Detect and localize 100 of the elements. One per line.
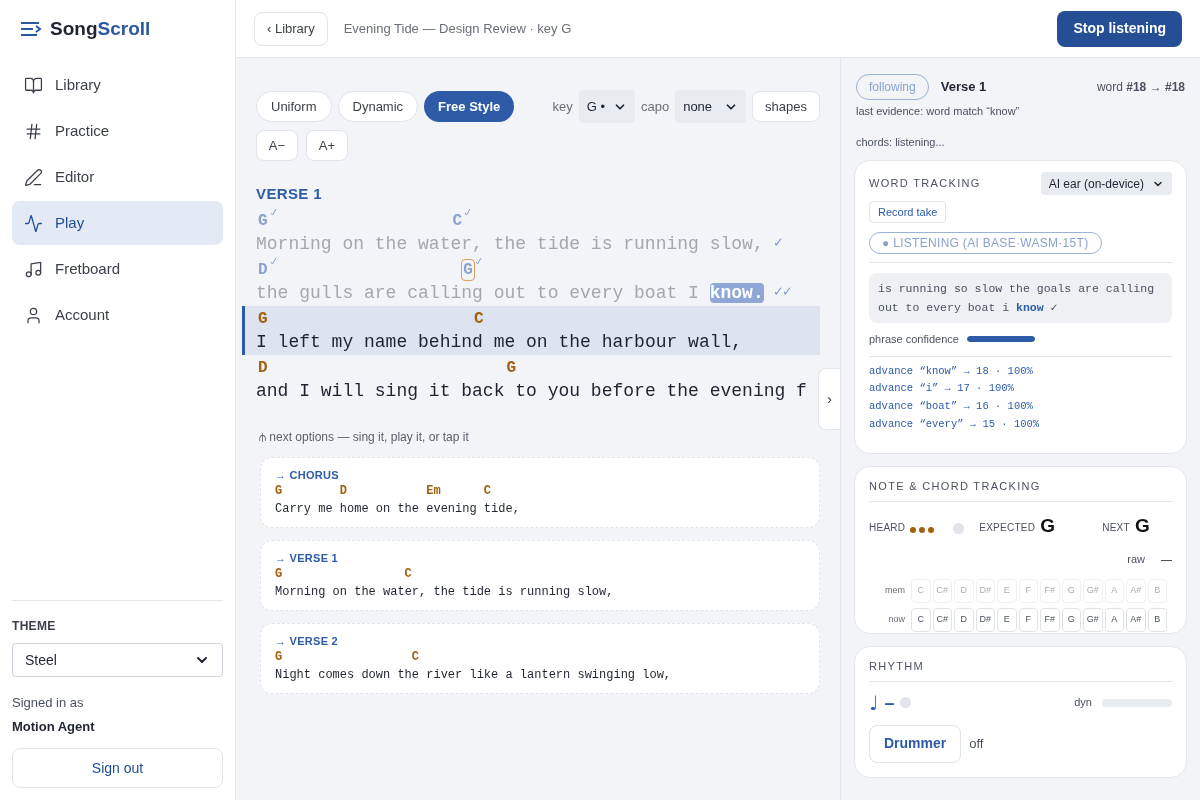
heard-mark: ✓✓ xyxy=(773,282,792,303)
chord-symbol: G xyxy=(275,567,283,581)
stop-listening-button[interactable]: Stop listening xyxy=(1057,10,1182,47)
shapes-button[interactable]: shapes xyxy=(752,91,820,122)
chord-symbol: C xyxy=(483,484,491,498)
option-label: → CHORUS xyxy=(275,467,340,483)
nav-item[interactable]: Fretboard xyxy=(12,247,223,291)
next-chord: G xyxy=(1134,515,1150,535)
pitch-cell: G xyxy=(1061,608,1081,632)
log-entry: advance “know” → 18 · 100% xyxy=(869,363,1034,379)
pitch-cell: C xyxy=(911,608,931,632)
pitch-cell: F# xyxy=(1040,579,1060,603)
drummer-button[interactable]: Drummer xyxy=(869,724,962,763)
nav-item[interactable]: Library xyxy=(12,63,223,107)
dyn-label: dyn xyxy=(1074,695,1092,711)
collapse-handle[interactable]: › xyxy=(818,368,840,430)
chord-symbol: G xyxy=(461,258,475,281)
sign-out-button[interactable]: Sign out xyxy=(12,748,223,788)
option-label: → VERSE 2 xyxy=(275,633,339,649)
chord-symbol: D xyxy=(257,357,269,379)
pitch-cell: E xyxy=(997,579,1017,603)
next-label: NEXT xyxy=(1102,520,1130,535)
current-section: Verse 1 xyxy=(940,77,987,97)
font-size-button[interactable]: A− xyxy=(256,130,298,161)
song-title: Evening Tide — Design Review · key G xyxy=(343,19,572,38)
beat-indicator: – xyxy=(884,693,895,712)
row-label: now xyxy=(887,613,906,627)
nav-item[interactable]: Play xyxy=(12,201,223,245)
lyric-line: Morning on the water, the tide is running slow, xyxy=(256,232,764,256)
log-entry: advance “i” → 17 · 100% xyxy=(869,381,1015,397)
evidence-text: last evidence: word match “know” xyxy=(855,104,1021,119)
pitch-cell: D xyxy=(954,608,974,632)
key-label: key xyxy=(552,97,573,116)
chord-symbol: Em xyxy=(426,484,441,498)
next-option-card[interactable]: → VERSE 2 G C Night comes down the river like a lantern swinging low, xyxy=(260,622,820,694)
mode-tab[interactable]: Uniform xyxy=(256,91,332,122)
next-option-card[interactable]: → VERSE 1 G C Morning on the water, the tide is running slow, xyxy=(260,539,820,611)
pitch-cell: C# xyxy=(932,608,952,632)
lyric-line: I left my name behind me on the harbour wall, xyxy=(256,330,743,354)
chord-symbol: G xyxy=(275,484,283,498)
theme-label: THEME xyxy=(12,618,57,635)
pitch-cell: F xyxy=(1018,608,1038,632)
capo-select[interactable]: none xyxy=(675,90,747,123)
pitch-cell: D# xyxy=(975,608,995,632)
card-title: WORD TRACKING xyxy=(869,176,981,192)
nav-item[interactable]: Account xyxy=(12,293,223,337)
font-size-button[interactable]: A+ xyxy=(306,130,348,161)
hash-icon xyxy=(24,121,43,141)
pitch-cell: D xyxy=(954,579,974,603)
engine-select[interactable]: AI ear (on-device) xyxy=(1040,172,1172,195)
lyric-line: and I will sing it back to you before the evening f xyxy=(256,379,807,403)
next-options-hint: ⫛ next options — sing it, play it, or tap it xyxy=(259,428,470,446)
key-select[interactable]: G • xyxy=(578,90,635,123)
transcript: is running so slow the goals are calling out to every boat i know ✓ xyxy=(869,273,1172,323)
word-position: word #18 → #18 xyxy=(1096,79,1185,96)
log-entry: advance “boat” → 16 · 100% xyxy=(869,398,1034,414)
mode-tab[interactable]: Dynamic xyxy=(337,91,419,122)
back-button[interactable]: ‹ Library xyxy=(254,11,328,46)
pulse-icon xyxy=(24,213,43,233)
chord-symbol: C xyxy=(411,650,419,664)
chord-symbol: C xyxy=(404,567,412,581)
card-title: NOTE & CHORD TRACKING xyxy=(869,478,1172,502)
pitch-cell: A xyxy=(1104,608,1124,632)
chord-symbol: D xyxy=(257,259,269,281)
pitch-cell: B xyxy=(1147,608,1167,632)
pitch-cell: C# xyxy=(932,579,952,603)
chord-symbol: G xyxy=(275,650,283,664)
option-label: → VERSE 1 xyxy=(275,550,339,566)
theme-select[interactable]: Steel xyxy=(12,643,223,677)
note-icon: ♩ xyxy=(869,692,879,713)
raw-value: — xyxy=(1161,551,1172,567)
confidence-label: phrase confidence xyxy=(869,332,959,347)
signed-in-caption: Signed in as xyxy=(12,694,85,712)
capo-label: capo xyxy=(640,97,670,116)
log-entry: advance “every” → 15 · 100% xyxy=(869,416,1041,432)
user-name: Motion Agent xyxy=(12,717,96,736)
pitch-cell: G# xyxy=(1083,579,1103,603)
pitch-cell: E xyxy=(997,608,1017,632)
mode-tab[interactable]: Free Style xyxy=(424,91,515,122)
expected-chord: G xyxy=(1040,515,1056,535)
pitch-cell: A# xyxy=(1126,579,1146,603)
pitch-cell: F# xyxy=(1040,608,1060,632)
record-take-button[interactable]: Record take xyxy=(869,201,947,223)
drummer-status: off xyxy=(969,734,984,753)
option-lyric: Carry me home on the evening tide, xyxy=(275,501,521,518)
next-option-card[interactable]: → CHORUS G D Em C Carry me home on the evening tide, xyxy=(260,456,820,528)
expected-label: EXPECTED xyxy=(979,520,1036,535)
pitch-cell: C xyxy=(911,579,931,603)
option-lyric: Night comes down the river like a lantern swinging low, xyxy=(275,667,673,684)
chord-symbol: G xyxy=(257,210,269,232)
pitch-cell: A# xyxy=(1126,608,1146,632)
chord-symbol: G xyxy=(257,308,269,330)
menu-icon[interactable] xyxy=(20,21,42,37)
card-title: RHYTHM xyxy=(869,658,1172,682)
nav-item[interactable]: Editor xyxy=(12,155,223,199)
pitch-cell: G# xyxy=(1083,608,1103,632)
pitch-cell: B xyxy=(1147,579,1167,603)
chord-symbol: D xyxy=(339,484,347,498)
nav-item[interactable]: Practice xyxy=(12,109,223,153)
row-label: mem xyxy=(884,584,906,598)
